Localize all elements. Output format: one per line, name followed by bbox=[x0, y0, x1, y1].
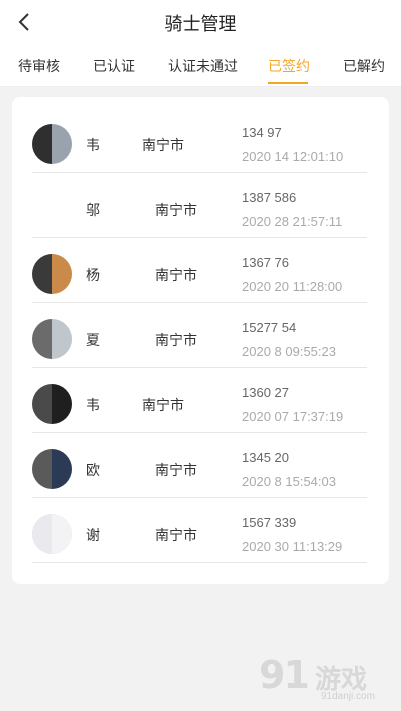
rider-phone: 15277 54 bbox=[242, 320, 297, 335]
rider-city: 南宁市 bbox=[155, 527, 197, 543]
page-title: 骑士管理 bbox=[164, 14, 237, 34]
list-item[interactable]: 韦 南宁市 134 97 2020 14 12:01:10 bbox=[32, 107, 367, 173]
rider-phone: 134 97 bbox=[242, 125, 282, 140]
rider-sign-time: 2020 30 11:13:29 bbox=[242, 539, 343, 554]
tab-certified[interactable]: 已认证 bbox=[93, 56, 135, 76]
rider-name: 韦 bbox=[86, 397, 100, 413]
rider-name: 谢 bbox=[86, 527, 100, 543]
rider-name: 夏 bbox=[86, 332, 100, 348]
list-item[interactable]: 谢 南宁市 1567 339 2020 30 11:13:29 bbox=[32, 497, 367, 563]
top-bar: 骑士管理 bbox=[0, 0, 401, 44]
tab-terminated[interactable]: 已解约 bbox=[343, 56, 385, 76]
avatar bbox=[32, 254, 72, 294]
rider-name: 杨 bbox=[86, 267, 100, 283]
rider-phone: 1360 27 bbox=[242, 385, 289, 400]
avatar bbox=[32, 514, 72, 554]
rider-phone: 1367 76 bbox=[242, 255, 289, 270]
rider-phone: 1567 339 bbox=[242, 515, 297, 530]
list-item[interactable]: 邬 南宁市 1387 586 2020 28 21:57:11 bbox=[32, 172, 367, 238]
rider-sign-time: 2020 8 09:55:23 bbox=[242, 344, 336, 359]
rider-city: 南宁市 bbox=[155, 267, 197, 283]
rider-city: 南宁市 bbox=[142, 397, 184, 413]
list-item[interactable]: 夏 南宁市 15277 54 2020 8 09:55:23 bbox=[32, 302, 367, 368]
list-item[interactable]: 杨 南宁市 1367 76 2020 20 11:28:00 bbox=[32, 237, 367, 303]
watermark-logo: 91 bbox=[259, 653, 310, 697]
avatar bbox=[32, 124, 72, 164]
rider-name: 韦 bbox=[86, 137, 100, 153]
rider-sign-time: 2020 20 11:28:00 bbox=[242, 279, 343, 294]
status-tabs: 待审核 已认证 认证未通过 已签约 已解约 bbox=[0, 44, 401, 87]
list-item[interactable]: 韦 南宁市 1360 27 2020 07 17:37:19 bbox=[32, 367, 367, 433]
active-tab-indicator bbox=[268, 82, 308, 84]
rider-list: 韦 南宁市 134 97 2020 14 12:01:10 邬 南宁市 1387… bbox=[12, 97, 389, 584]
rider-city: 南宁市 bbox=[142, 137, 184, 153]
rider-phone: 1387 586 bbox=[242, 190, 297, 205]
tab-certification-failed[interactable]: 认证未通过 bbox=[168, 56, 238, 76]
tab-pending-review[interactable]: 待审核 bbox=[18, 56, 60, 76]
rider-sign-time: 2020 07 17:37:19 bbox=[242, 409, 344, 424]
rider-city: 南宁市 bbox=[155, 462, 197, 478]
rider-city: 南宁市 bbox=[155, 202, 197, 218]
avatar bbox=[32, 449, 72, 489]
rider-name: 邬 bbox=[86, 202, 100, 218]
rider-sign-time: 2020 14 12:01:10 bbox=[242, 149, 344, 164]
avatar bbox=[32, 189, 72, 229]
watermark-url: 91danji.com bbox=[321, 691, 375, 702]
rider-phone: 1345 20 bbox=[242, 450, 289, 465]
watermark: 91 游戏 91danji.com bbox=[259, 653, 391, 705]
rider-name: 欧 bbox=[86, 462, 100, 478]
rider-sign-time: 2020 28 21:57:11 bbox=[242, 214, 343, 229]
avatar bbox=[32, 319, 72, 359]
avatar bbox=[32, 384, 72, 424]
rider-city: 南宁市 bbox=[155, 332, 197, 348]
rider-sign-time: 2020 8 15:54:03 bbox=[242, 474, 336, 489]
tab-signed[interactable]: 已签约 bbox=[268, 56, 310, 76]
list-item[interactable]: 欧 南宁市 1345 20 2020 8 15:54:03 bbox=[32, 432, 367, 498]
